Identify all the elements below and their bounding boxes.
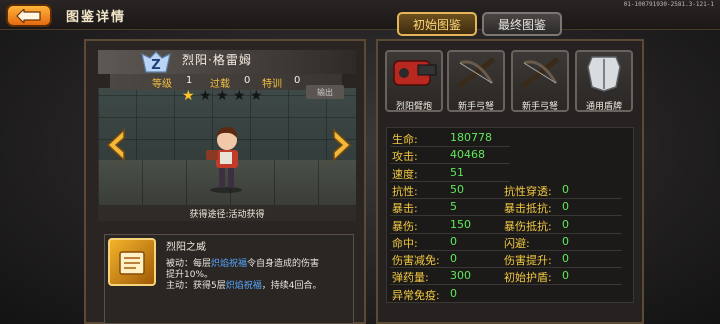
- attr-value-right-7: 0: [562, 252, 569, 266]
- attr-label-right-3: 抗性穿透:: [504, 184, 552, 198]
- attr-value-left-3: 50: [450, 182, 464, 196]
- attr-label-left-9: 异常免疫:: [392, 288, 440, 302]
- attr-divider: [390, 284, 510, 286]
- attr-value-left-7: 0: [450, 252, 457, 266]
- back-arrow-icon: [16, 8, 41, 23]
- back-button[interactable]: [6, 4, 52, 27]
- crossbow-icon: [520, 57, 560, 89]
- attr-divider: [390, 232, 510, 234]
- attr-value-right-4: 0: [562, 200, 569, 214]
- attr-label-right-5: 暴伤抵抗:: [504, 219, 552, 233]
- attr-value-right-8: 0: [562, 269, 569, 283]
- star-icon-3: ★: [216, 88, 229, 104]
- equip-label-3: 新手弓弩: [521, 102, 558, 112]
- attr-divider: [502, 197, 622, 199]
- attr-value-right-5: 0: [562, 217, 569, 231]
- attr-divider: [502, 284, 622, 286]
- attr-label-right-7: 伤害提升:: [504, 254, 552, 268]
- flame-scroll-icon: [119, 251, 145, 275]
- attr-divider: [390, 301, 510, 303]
- stat-level-value: 1: [186, 75, 193, 86]
- rank-letter: Z: [151, 58, 160, 73]
- attr-divider: [502, 267, 622, 269]
- attr-value-left-0: 180778: [450, 131, 492, 144]
- attr-divider: [390, 267, 510, 269]
- attr-divider: [502, 232, 622, 234]
- attr-divider: [390, 249, 510, 251]
- attr-divider: [390, 163, 510, 165]
- star-icon-4: ★: [233, 88, 246, 104]
- attr-value-left-6: 0: [450, 234, 457, 248]
- equip-label-2: 新手弓弩: [457, 102, 494, 112]
- attr-value-right-6: 0: [562, 234, 569, 248]
- attr-label-left-0: 生命:: [392, 133, 418, 146]
- stat-level-label: 等级: [152, 79, 172, 90]
- attr-value-left-8: 300: [450, 269, 471, 283]
- hero-name: 烈阳·格雷姆: [182, 53, 252, 67]
- attr-value-left-4: 5: [450, 200, 457, 214]
- build-id: 01-100791930-2581.3-121-1: [623, 1, 714, 8]
- attr-value-right-3: 0: [562, 182, 569, 196]
- acquire-source: 获得途径:活动获得: [98, 205, 356, 221]
- equip-label-1: 烈阳臂炮: [395, 102, 432, 112]
- attr-divider: [502, 215, 622, 217]
- attr-divider: [390, 215, 510, 217]
- attr-value-left-1: 40468: [450, 148, 485, 162]
- attr-divider: [502, 249, 622, 251]
- page-title: 图鉴详情: [66, 10, 127, 25]
- attr-label-right-4: 暴击抵抗:: [504, 202, 552, 216]
- stat-training-label: 特训: [262, 79, 282, 90]
- attr-value-left-5: 150: [450, 217, 471, 231]
- skill-title: 烈阳之威: [166, 242, 206, 253]
- next-hero-arrow-icon[interactable]: [330, 128, 354, 162]
- hero-sprite: [206, 126, 242, 193]
- attr-value-left-9: 0: [450, 286, 457, 300]
- arm-cannon-icon: [393, 60, 437, 86]
- role-badge: 输出: [306, 85, 344, 99]
- shield-icon: [587, 56, 621, 92]
- star-icon-2: ★: [199, 88, 212, 104]
- attr-label-right-6: 闪避:: [504, 236, 530, 250]
- attr-label-left-3: 抗性:: [392, 184, 418, 198]
- attr-label-left-7: 伤害减免:: [392, 254, 440, 268]
- attr-divider: [390, 146, 510, 147]
- tab-final-codex[interactable]: 最终图鉴: [482, 12, 562, 36]
- attr-label-left-2: 速度:: [392, 167, 418, 181]
- attr-label-left-1: 攻击:: [392, 150, 418, 164]
- attr-label-left-6: 命中:: [392, 236, 418, 250]
- attr-divider: [390, 180, 510, 182]
- attr-label-left-5: 暴伤:: [392, 219, 418, 233]
- skill-icon: [108, 238, 156, 286]
- tab-initial-codex[interactable]: 初始图鉴: [397, 12, 477, 36]
- skill-line-active: 主动：获得5层炽焰祝福，持续4回合。: [166, 281, 322, 291]
- stat-training-value: 0: [294, 75, 301, 86]
- crossbow-icon: [456, 57, 496, 89]
- attr-label-left-8: 弹药量:: [392, 271, 429, 285]
- attr-value-left-2: 51: [450, 165, 464, 179]
- stat-overload-value: 0: [244, 75, 251, 86]
- attr-label-left-4: 暴击:: [392, 202, 418, 216]
- star-icon-1: ★: [182, 88, 195, 104]
- star-icon-5: ★: [250, 88, 263, 104]
- prev-hero-arrow-icon[interactable]: [104, 128, 128, 162]
- equip-label-4: 通用盾牌: [585, 102, 622, 112]
- attr-divider: [390, 197, 510, 199]
- attr-label-right-8: 初始护盾:: [504, 271, 552, 285]
